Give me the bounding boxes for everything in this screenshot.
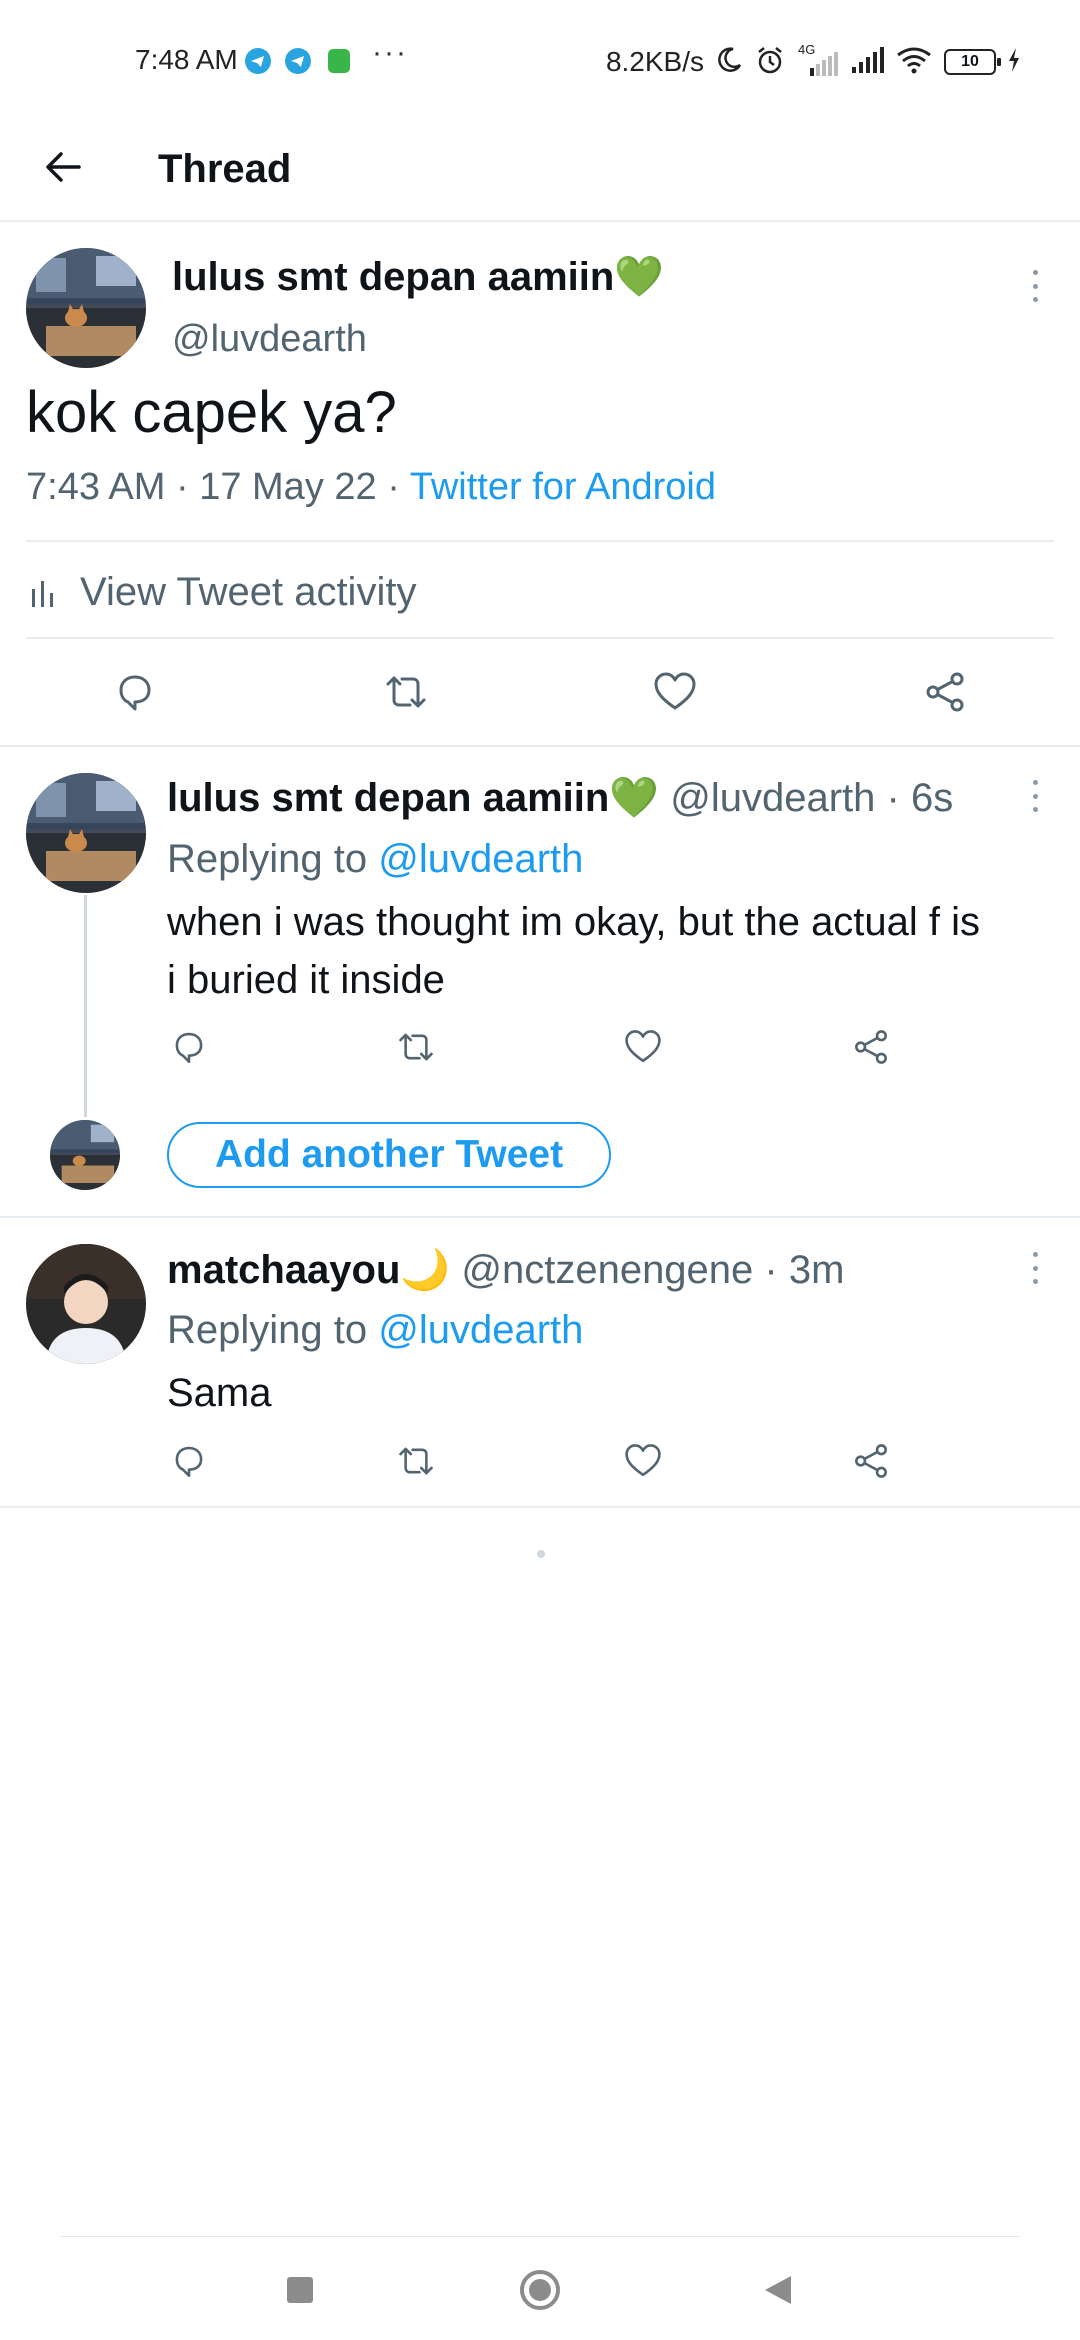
battery-level: 10	[961, 53, 979, 70]
retweet-icon[interactable]	[395, 1028, 437, 1066]
back-nav-button[interactable]	[756, 2268, 800, 2312]
replying-to: Replying to @luvdearth	[167, 1303, 583, 1357]
divider	[0, 1506, 1080, 1508]
retweet-icon[interactable]	[395, 1442, 437, 1480]
avatar[interactable]	[26, 248, 146, 368]
view-activity-row[interactable]: View Tweet activity	[26, 562, 416, 622]
status-bar: 7:48 AM ··· 8.2KB/s 4G 10	[0, 0, 1080, 120]
meta-separator: ·	[764, 1248, 778, 1292]
more-options-icon[interactable]	[1031, 780, 1039, 812]
share-icon[interactable]	[852, 1028, 890, 1066]
telegram-icon	[245, 48, 271, 74]
status-right-group: 8.2KB/s 4G 10	[606, 42, 1022, 82]
reply-icon[interactable]	[170, 1442, 208, 1480]
square-icon	[287, 2277, 313, 2303]
author-handle[interactable]: @luvdearth	[670, 776, 875, 820]
reply-icon[interactable]	[170, 1028, 208, 1066]
nav-divider	[60, 2236, 1020, 2237]
alarm-icon	[754, 44, 786, 81]
net-speed: 8.2KB/s	[605, 46, 704, 77]
replying-to-link[interactable]: @luvdearth	[378, 837, 583, 881]
share-icon[interactable]	[923, 670, 967, 714]
charging-icon	[1006, 46, 1022, 79]
signal-icon: 4G	[796, 42, 840, 78]
replying-prefix: Replying to	[167, 1308, 368, 1352]
person-photo-icon	[26, 1244, 146, 1364]
tweet-text: kok capek ya?	[26, 380, 397, 445]
share-icon[interactable]	[852, 1442, 890, 1480]
like-icon[interactable]	[652, 670, 698, 714]
replying-prefix: Replying to	[167, 837, 368, 881]
status-time: 7:48 AM	[135, 44, 238, 75]
reply-text: when i was thought im okay, but the actu…	[167, 893, 1067, 1009]
avatar	[50, 1120, 120, 1190]
reply-text: Sama	[167, 1371, 272, 1415]
cat-photo-icon	[26, 773, 146, 893]
arrow-left-icon	[46, 152, 81, 182]
like-icon[interactable]	[623, 1028, 663, 1066]
page-title: Thread	[158, 147, 292, 191]
signal-icon	[850, 45, 884, 80]
tweet-age: 3m	[788, 1248, 845, 1292]
tweet-age: 6s	[911, 776, 954, 820]
divider	[26, 540, 1054, 542]
author-name[interactable]: matchaayou🌙	[167, 1248, 450, 1292]
more-options-icon[interactable]	[1031, 270, 1039, 302]
tweet-date: 17 May 22	[199, 466, 377, 508]
author-handle[interactable]: @nctzenengene	[461, 1248, 753, 1292]
retweet-icon[interactable]	[382, 670, 430, 714]
tweet-source-link[interactable]: Twitter for Android	[410, 466, 716, 508]
view-activity-label: View Tweet activity	[80, 569, 417, 614]
thread-header: Thread	[0, 120, 1080, 222]
android-icon	[328, 49, 350, 73]
analytics-icon	[32, 581, 53, 607]
avatar[interactable]	[26, 1244, 146, 1364]
reply-icon[interactable]	[113, 670, 157, 714]
like-icon[interactable]	[623, 1442, 663, 1480]
reply-header: matchaayou🌙 @nctzenengene · 3m	[167, 1242, 844, 1298]
overflow-icon: ···	[372, 36, 408, 69]
home-button[interactable]	[518, 2268, 562, 2312]
avatar[interactable]	[26, 773, 146, 893]
divider	[26, 637, 1054, 639]
replying-to: Replying to @luvdearth	[167, 832, 583, 886]
meta-separator: ·	[886, 776, 900, 820]
reply-text-line: when i was thought im okay, but the actu…	[167, 900, 981, 944]
network-type: 4G	[798, 42, 816, 57]
meta-separator: ·	[175, 466, 189, 508]
back-button[interactable]	[38, 142, 88, 192]
author-handle[interactable]: @luvdearth	[172, 314, 367, 364]
tweet-time: 7:43 AM	[26, 466, 166, 508]
more-options-icon[interactable]	[1031, 1252, 1039, 1284]
loading-indicator	[537, 1550, 545, 1558]
meta-separator: ·	[387, 466, 400, 508]
thread-connector-line	[84, 895, 87, 1117]
reply-text-line: i buried it inside	[167, 958, 445, 1002]
divider	[0, 745, 1080, 747]
cat-photo-icon	[50, 1120, 120, 1190]
cat-photo-icon	[26, 248, 146, 368]
recents-button[interactable]	[278, 2268, 322, 2312]
reply-header: lulus smt depan aamiin💚 @luvdearth · 6s	[167, 770, 953, 826]
tweet-meta: 7:43 AM · 17 May 22 · Twitter for Androi…	[26, 462, 716, 512]
author-name[interactable]: lulus smt depan aamiin💚	[167, 776, 659, 820]
replying-to-link[interactable]: @luvdearth	[378, 1308, 583, 1352]
triangle-back-icon	[765, 2276, 791, 2304]
add-another-tweet-button[interactable]: Add another Tweet	[167, 1122, 611, 1188]
author-name[interactable]: lulus smt depan aamiin💚	[172, 250, 664, 304]
circle-icon	[520, 2270, 560, 2310]
divider	[0, 1216, 1080, 1218]
battery-icon: 10	[944, 49, 1001, 75]
moon-icon	[714, 45, 744, 80]
wifi-icon	[894, 45, 934, 80]
telegram-icon	[285, 48, 311, 74]
